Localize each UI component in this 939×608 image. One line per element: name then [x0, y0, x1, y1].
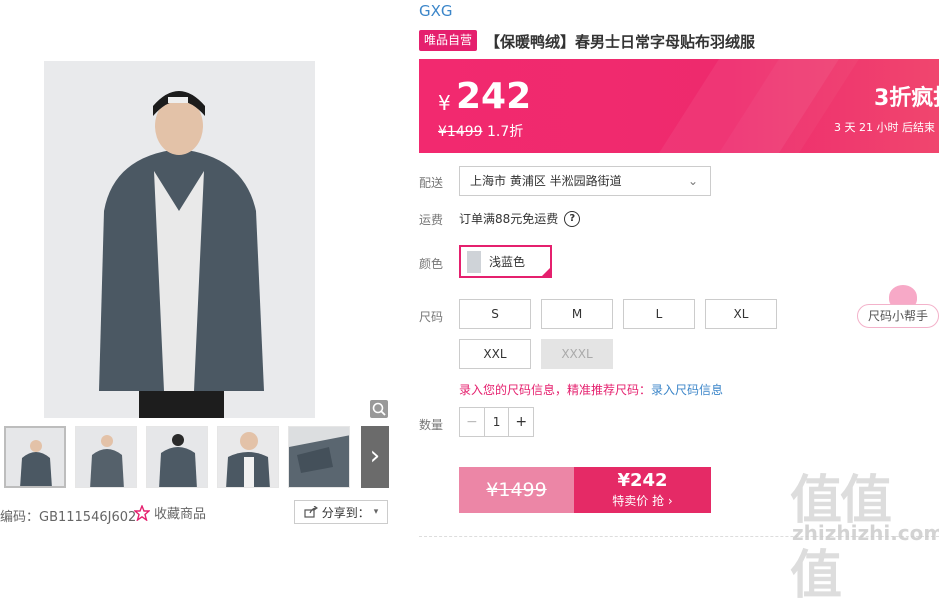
thumbnail-next-button[interactable]: › [361, 426, 389, 488]
size-option-s[interactable]: S [459, 299, 531, 329]
watermark-url: zhizhizhi.com [792, 521, 939, 545]
star-icon [134, 504, 150, 521]
shipping-text: 订单满88元免运费 [459, 212, 559, 226]
share-label: 分享到： [321, 505, 370, 520]
selected-check-icon [540, 266, 552, 278]
size-option-xl[interactable]: XL [705, 299, 777, 329]
button-sale-price: ¥242 [617, 470, 668, 491]
zoom-icon[interactable] [370, 400, 388, 418]
discount-rate: 1.7折 [487, 124, 524, 140]
size-helper-label: 尺码小帮手 [857, 304, 939, 328]
brand-link[interactable]: GXG [419, 2, 453, 20]
button-sale-label: 特卖价 抢 › [612, 494, 673, 508]
size-tip-text: 录入您的尺码信息，精准推荐尺码： [459, 383, 652, 397]
product-code: 编码：GB111546J602 [0, 510, 137, 525]
quantity-label: 数量 [419, 418, 444, 432]
thumbnail-5[interactable] [288, 426, 350, 488]
countdown: 3 天 21 小时 后结束 [834, 121, 935, 134]
shipping-info: 订单满88元免运费 ? [459, 210, 581, 227]
favorite-label: 收藏商品 [154, 507, 207, 522]
quantity-value[interactable]: 1 [483, 408, 510, 436]
share-button[interactable]: 分享到： ▾ [294, 500, 388, 524]
size-option-m[interactable]: M [541, 299, 613, 329]
model-photo [44, 61, 315, 418]
buy-now-button[interactable]: ¥242 特卖价 抢 › [574, 467, 711, 513]
favorite-button[interactable]: 收藏商品 [134, 503, 206, 522]
self-operated-badge: 唯品自营 [419, 30, 478, 51]
price-currency: ¥ [438, 91, 451, 115]
plus-icon[interactable]: + [509, 408, 533, 436]
color-thumbnail [467, 250, 481, 273]
thumbnail-strip: › [0, 426, 389, 489]
current-price: 242 [456, 76, 532, 117]
chevron-down-icon: ▾ [373, 507, 379, 517]
color-option-selected[interactable]: 浅蓝色 [459, 245, 552, 278]
product-title: 【保暖鸭绒】春男士日常字母贴布羽绒服 [485, 33, 756, 51]
quantity-stepper[interactable]: − 1 + [459, 407, 534, 437]
minus-icon[interactable]: − [460, 408, 484, 436]
address-select[interactable]: 上海市 黄浦区 半淞园路街道 ⌄ [459, 166, 711, 196]
size-tip-link[interactable]: 录入尺码信息 [651, 383, 723, 397]
size-tip: 录入您的尺码信息，精准推荐尺码：录入尺码信息 [459, 381, 723, 398]
thumbnail-2[interactable] [75, 426, 137, 488]
button-original-price: ¥1499 [486, 479, 547, 501]
size-option-l[interactable]: L [623, 299, 695, 329]
color-label: 颜色 [419, 257, 444, 271]
product-main-image[interactable] [44, 61, 315, 418]
question-icon[interactable]: ? [564, 210, 581, 227]
original-price: ¥1499 [438, 124, 483, 140]
thumbnail-4[interactable] [217, 426, 279, 488]
promo-title: 3折疯抢 [874, 86, 939, 111]
share-icon [304, 506, 318, 518]
color-option-label: 浅蓝色 [489, 255, 526, 269]
size-option-xxl[interactable]: XXL [459, 339, 531, 369]
thumbnail-3[interactable] [146, 426, 208, 488]
delivery-label: 配送 [419, 176, 444, 190]
thumbnail-1[interactable] [4, 426, 66, 488]
size-label: 尺码 [419, 310, 444, 324]
original-price-button[interactable]: ¥1499 [459, 467, 574, 513]
size-option-xxxl: XXXL [541, 339, 613, 369]
shipping-label: 运费 [419, 213, 444, 227]
address-value: 上海市 黄浦区 半淞园路街道 [470, 174, 622, 188]
original-price-line: ¥1499 1.7折 [438, 121, 523, 141]
chevron-down-icon: ⌄ [687, 174, 698, 188]
